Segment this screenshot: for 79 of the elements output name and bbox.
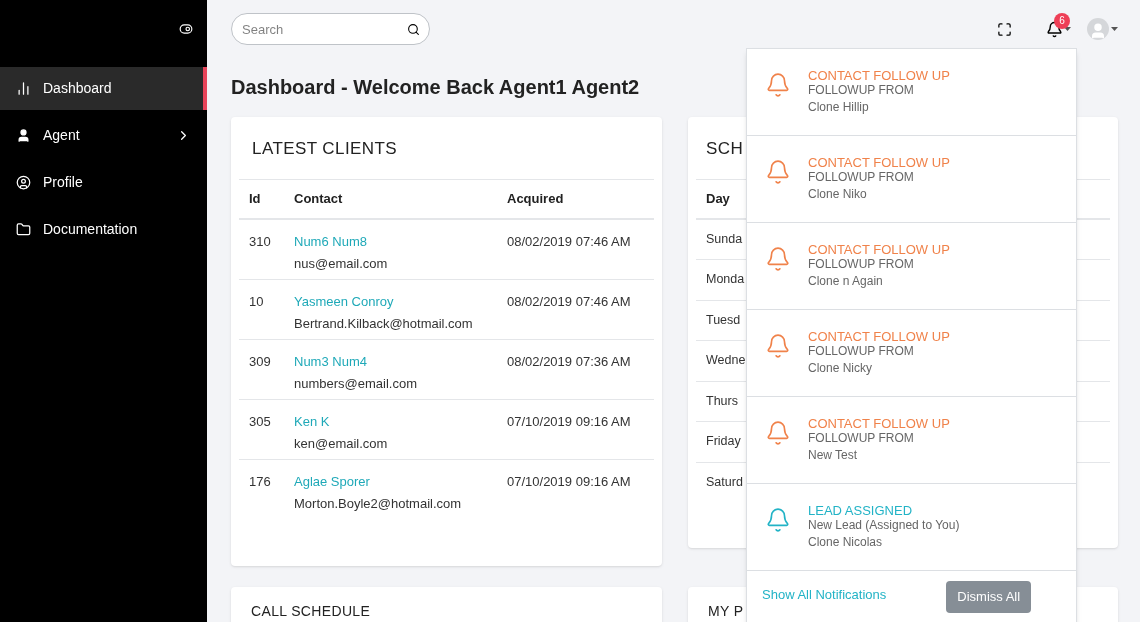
email-text: Bertrand.Kilback@hotmail.com (294, 315, 473, 333)
bar-chart-icon (16, 81, 31, 96)
table-cell-text: 07/10/2019 09:16 AM (507, 412, 632, 431)
bell-icon (765, 246, 791, 272)
avatar-icon (1089, 22, 1107, 40)
toggle-icon[interactable] (179, 22, 193, 36)
notification-name: Clone Niko (808, 187, 868, 202)
bell-icon (765, 420, 791, 446)
table-cell-text: 10 (249, 292, 265, 311)
card-title: LATEST CLIENTS (251, 138, 399, 160)
notification-title: LEAD ASSIGNED (808, 503, 914, 518)
notification-item[interactable]: CONTACT FOLLOW UP FOLLOWUP FROM Clone Niko (747, 136, 1076, 223)
day-cell-text: Wedne (706, 352, 746, 370)
avatar-button[interactable] (1087, 18, 1118, 40)
notification-name: Clone Nicolas (808, 535, 884, 550)
search-field[interactable]: Search (231, 13, 430, 45)
bell-icon (765, 72, 791, 98)
card-title: CALL SCHEDULE (251, 602, 372, 621)
notification-title: CONTACT FOLLOW UP (808, 68, 950, 83)
notification-subtitle: FOLLOWUP FROM (808, 257, 915, 272)
notification-title: CONTACT FOLLOW UP (808, 155, 950, 170)
person-icon (16, 128, 31, 143)
notification-name: Clone Nicky (808, 361, 874, 376)
notification-item[interactable]: CONTACT FOLLOW UP FOLLOWUP FROM Clone Nicky (747, 310, 1076, 397)
notification-title: CONTACT FOLLOW UP (808, 416, 950, 431)
notification-name: Clone Hillip (808, 100, 870, 115)
bell-icon (765, 159, 791, 185)
sidebar-item[interactable]: Agent (0, 114, 207, 157)
notification-name: New Test (808, 448, 859, 463)
email-text: ken@email.com (294, 435, 388, 453)
notification-subtitle: FOLLOWUP FROM (808, 83, 915, 98)
notification-item[interactable]: CONTACT FOLLOW UP FOLLOWUP FROM Clone n Again (747, 223, 1076, 310)
column-header: Acquired (507, 189, 565, 208)
day-cell-text: Friday (706, 433, 741, 451)
bell-icon (765, 333, 791, 359)
notification-count: 6 (1054, 12, 1070, 29)
notification-subtitle: FOLLOWUP FROM (808, 170, 915, 185)
column-header: Contact (294, 189, 344, 208)
email-text: numbers@email.com (294, 375, 417, 393)
card-title: SCH (706, 138, 744, 160)
notification-subtitle: FOLLOWUP FROM (808, 344, 915, 359)
notification-title: CONTACT FOLLOW UP (808, 242, 950, 257)
table-cell-text: 309 (249, 352, 272, 371)
page-title: Dashboard - Welcome Back Agent1 Agent2 (231, 75, 640, 100)
table-cell-text: 08/02/2019 07:36 AM (507, 352, 632, 371)
column-header: Id (249, 189, 262, 208)
bell-icon (765, 507, 791, 533)
day-cell-text: Sunda (706, 230, 743, 248)
table-cell-text: 176 (249, 472, 272, 491)
day-cell-text: Thurs (706, 392, 738, 410)
caret-icon (1111, 27, 1118, 31)
email-text: Morton.Boyle2@hotmail.com (294, 495, 462, 513)
dismiss-all-button[interactable]: Dismiss All (946, 581, 1032, 613)
table-cell-text: 07/10/2019 09:16 AM (507, 472, 632, 491)
search-icon (407, 23, 420, 36)
sidebar-item[interactable]: Dashboard (0, 67, 207, 110)
table-cell-text: 305 (249, 412, 272, 431)
sidebar-item[interactable]: Documentation (0, 208, 207, 251)
email-text: nus@email.com (294, 255, 388, 273)
table-cell-text: 08/02/2019 07:46 AM (507, 292, 632, 311)
fullscreen-icon[interactable] (997, 21, 1012, 37)
caret-icon (1064, 27, 1071, 31)
sidebar-item[interactable]: Profile (0, 161, 207, 204)
day-cell-text: Monda (706, 271, 745, 289)
table-cell-text: 310 (249, 232, 272, 251)
notification-item[interactable]: CONTACT FOLLOW UP FOLLOWUP FROM Clone Hillip (747, 49, 1076, 136)
notification-subtitle: FOLLOWUP FROM (808, 431, 915, 446)
notification-title: CONTACT FOLLOW UP (808, 329, 950, 344)
day-cell-text: Tuesd (706, 311, 741, 329)
column-header: Day (706, 189, 730, 208)
table-cell-text: 08/02/2019 07:46 AM (507, 232, 632, 251)
day-cell-text: Saturd (706, 474, 743, 492)
card-title: MY P (708, 602, 745, 621)
notification-name: Clone n Again (808, 274, 884, 289)
folder-icon (16, 222, 31, 237)
notification-item[interactable]: CONTACT FOLLOW UP FOLLOWUP FROM New Test (747, 397, 1076, 484)
user-circle-icon (16, 175, 31, 190)
notification-item[interactable]: LEAD ASSIGNED New Lead (Assigned to You) Clone Nicolas (747, 484, 1076, 571)
notification-subtitle: New Lead (Assigned to You) (808, 518, 960, 533)
